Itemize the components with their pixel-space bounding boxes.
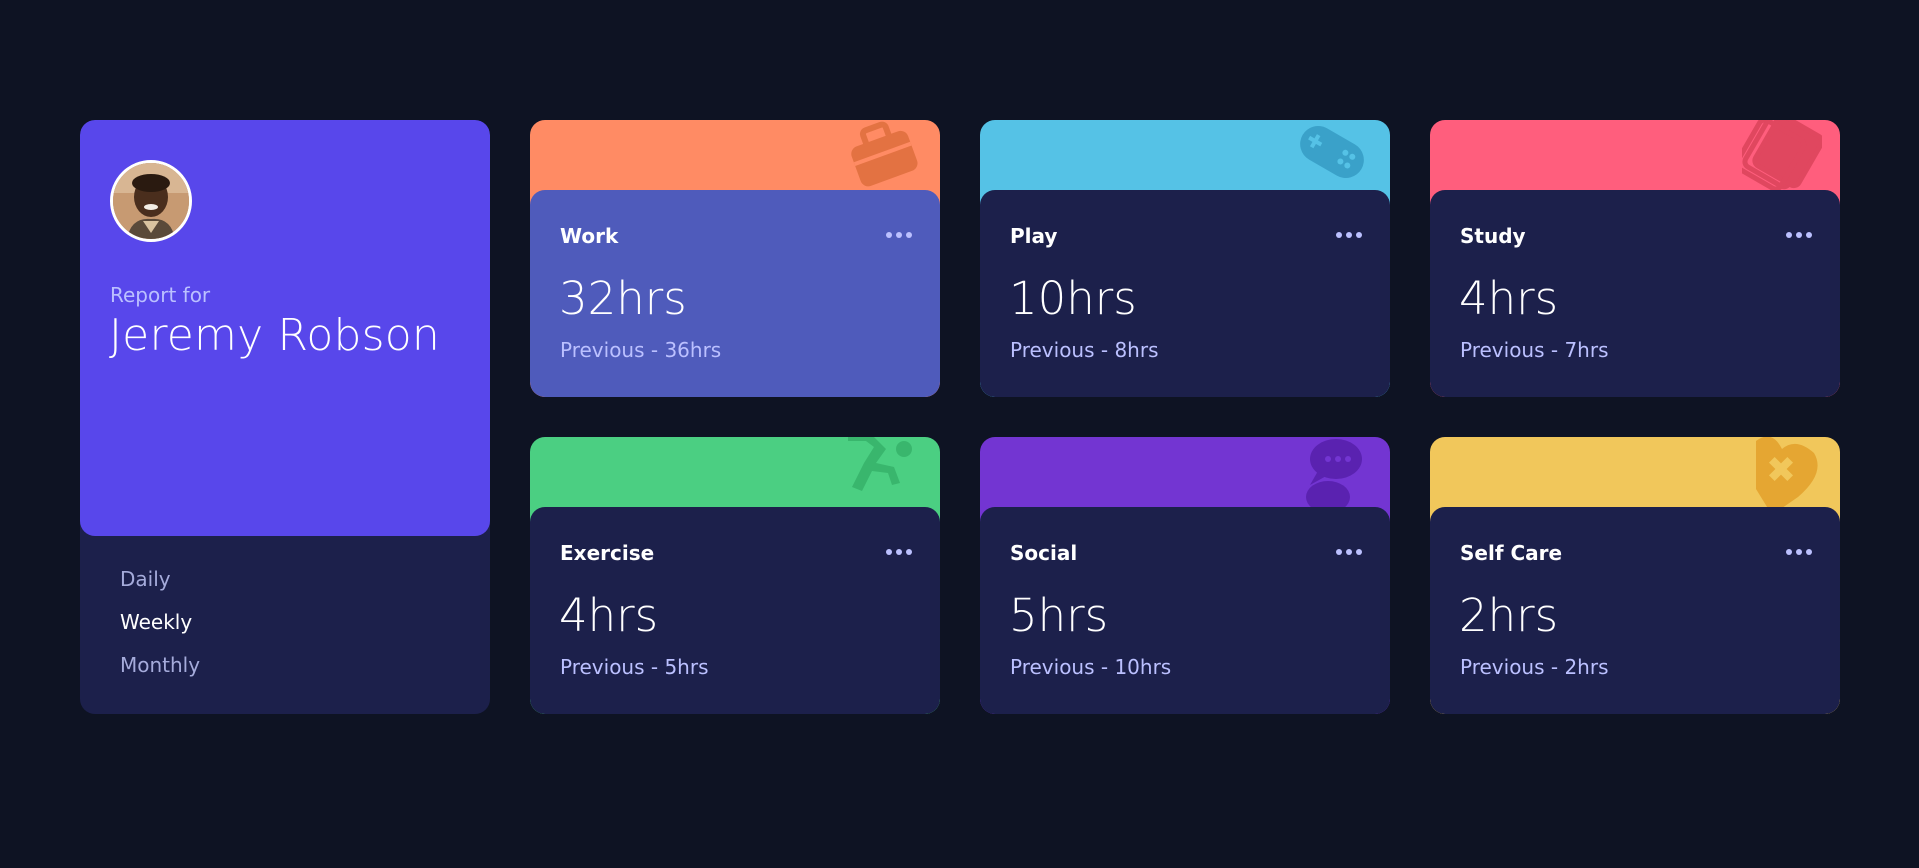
card-title: Social xyxy=(1010,541,1078,565)
more-options-icon[interactable] xyxy=(886,549,912,555)
avatar-image xyxy=(113,163,189,239)
card-body[interactable]: Work 32hrs Previous - 36hrs xyxy=(530,190,940,397)
card-body[interactable]: Exercise 4hrs Previous - 5hrs xyxy=(530,507,940,714)
card-previous: Previous - 8hrs xyxy=(1010,338,1159,362)
card-previous: Previous - 36hrs xyxy=(560,338,722,362)
card-previous: Previous - 2hrs xyxy=(1460,655,1609,679)
briefcase-icon xyxy=(851,121,918,187)
card-previous: Previous - 7hrs xyxy=(1460,338,1609,362)
card-body[interactable]: Self Care 2hrs Previous - 2hrs xyxy=(1430,507,1840,714)
running-icon xyxy=(848,437,912,491)
gamepad-icon xyxy=(1300,126,1364,178)
avatar xyxy=(110,160,192,242)
activity-card-exercise: Exercise 4hrs Previous - 5hrs xyxy=(530,437,940,714)
card-title: Exercise xyxy=(560,541,655,565)
card-body[interactable]: Study 4hrs Previous - 7hrs xyxy=(1430,190,1840,397)
more-options-icon[interactable] xyxy=(1786,232,1812,238)
time-tracking-dashboard: Report for Jeremy Robson Daily Weekly Mo… xyxy=(80,120,1840,714)
activity-card-work: Work 32hrs Previous - 36hrs xyxy=(530,120,940,397)
activity-card-social: Social 5hrs Previous - 10hrs xyxy=(980,437,1390,714)
card-hours: 5hrs xyxy=(1009,589,1109,642)
report-for-label: Report for xyxy=(110,283,211,307)
activity-card-study: Study 4hrs Previous - 7hrs xyxy=(1430,120,1840,397)
more-options-icon[interactable] xyxy=(1336,549,1362,555)
profile-header: Report for Jeremy Robson xyxy=(80,120,490,536)
more-options-icon[interactable] xyxy=(1336,232,1362,238)
period-weekly[interactable]: Weekly xyxy=(120,609,200,636)
card-body[interactable]: Play 10hrs Previous - 8hrs xyxy=(980,190,1390,397)
more-options-icon[interactable] xyxy=(886,232,912,238)
profile-card: Report for Jeremy Robson Daily Weekly Mo… xyxy=(80,120,490,714)
card-previous: Previous - 10hrs xyxy=(1010,655,1172,679)
card-title: Work xyxy=(560,224,619,248)
activity-card-self-care: Self Care 2hrs Previous - 2hrs xyxy=(1430,437,1840,714)
card-hours: 4hrs xyxy=(559,589,659,642)
card-previous: Previous - 5hrs xyxy=(560,655,709,679)
activity-card-play: Play 10hrs Previous - 8hrs xyxy=(980,120,1390,397)
card-hours: 2hrs xyxy=(1459,589,1559,642)
card-hours: 32hrs xyxy=(559,272,687,325)
book-icon xyxy=(1742,120,1822,192)
card-hours: 10hrs xyxy=(1009,272,1137,325)
card-body[interactable]: Social 5hrs Previous - 10hrs xyxy=(980,507,1390,714)
period-daily[interactable]: Daily xyxy=(120,566,200,593)
heart-bandage-icon xyxy=(1756,437,1818,509)
period-selector: Daily Weekly Monthly xyxy=(120,566,200,679)
card-title: Self Care xyxy=(1460,541,1563,565)
more-options-icon[interactable] xyxy=(1786,549,1812,555)
card-title: Study xyxy=(1460,224,1526,248)
card-title: Play xyxy=(1010,224,1058,248)
period-monthly[interactable]: Monthly xyxy=(120,652,200,679)
user-name: Jeremy Robson xyxy=(109,310,440,361)
card-hours: 4hrs xyxy=(1459,272,1559,325)
chat-bubbles-icon xyxy=(1306,439,1362,509)
